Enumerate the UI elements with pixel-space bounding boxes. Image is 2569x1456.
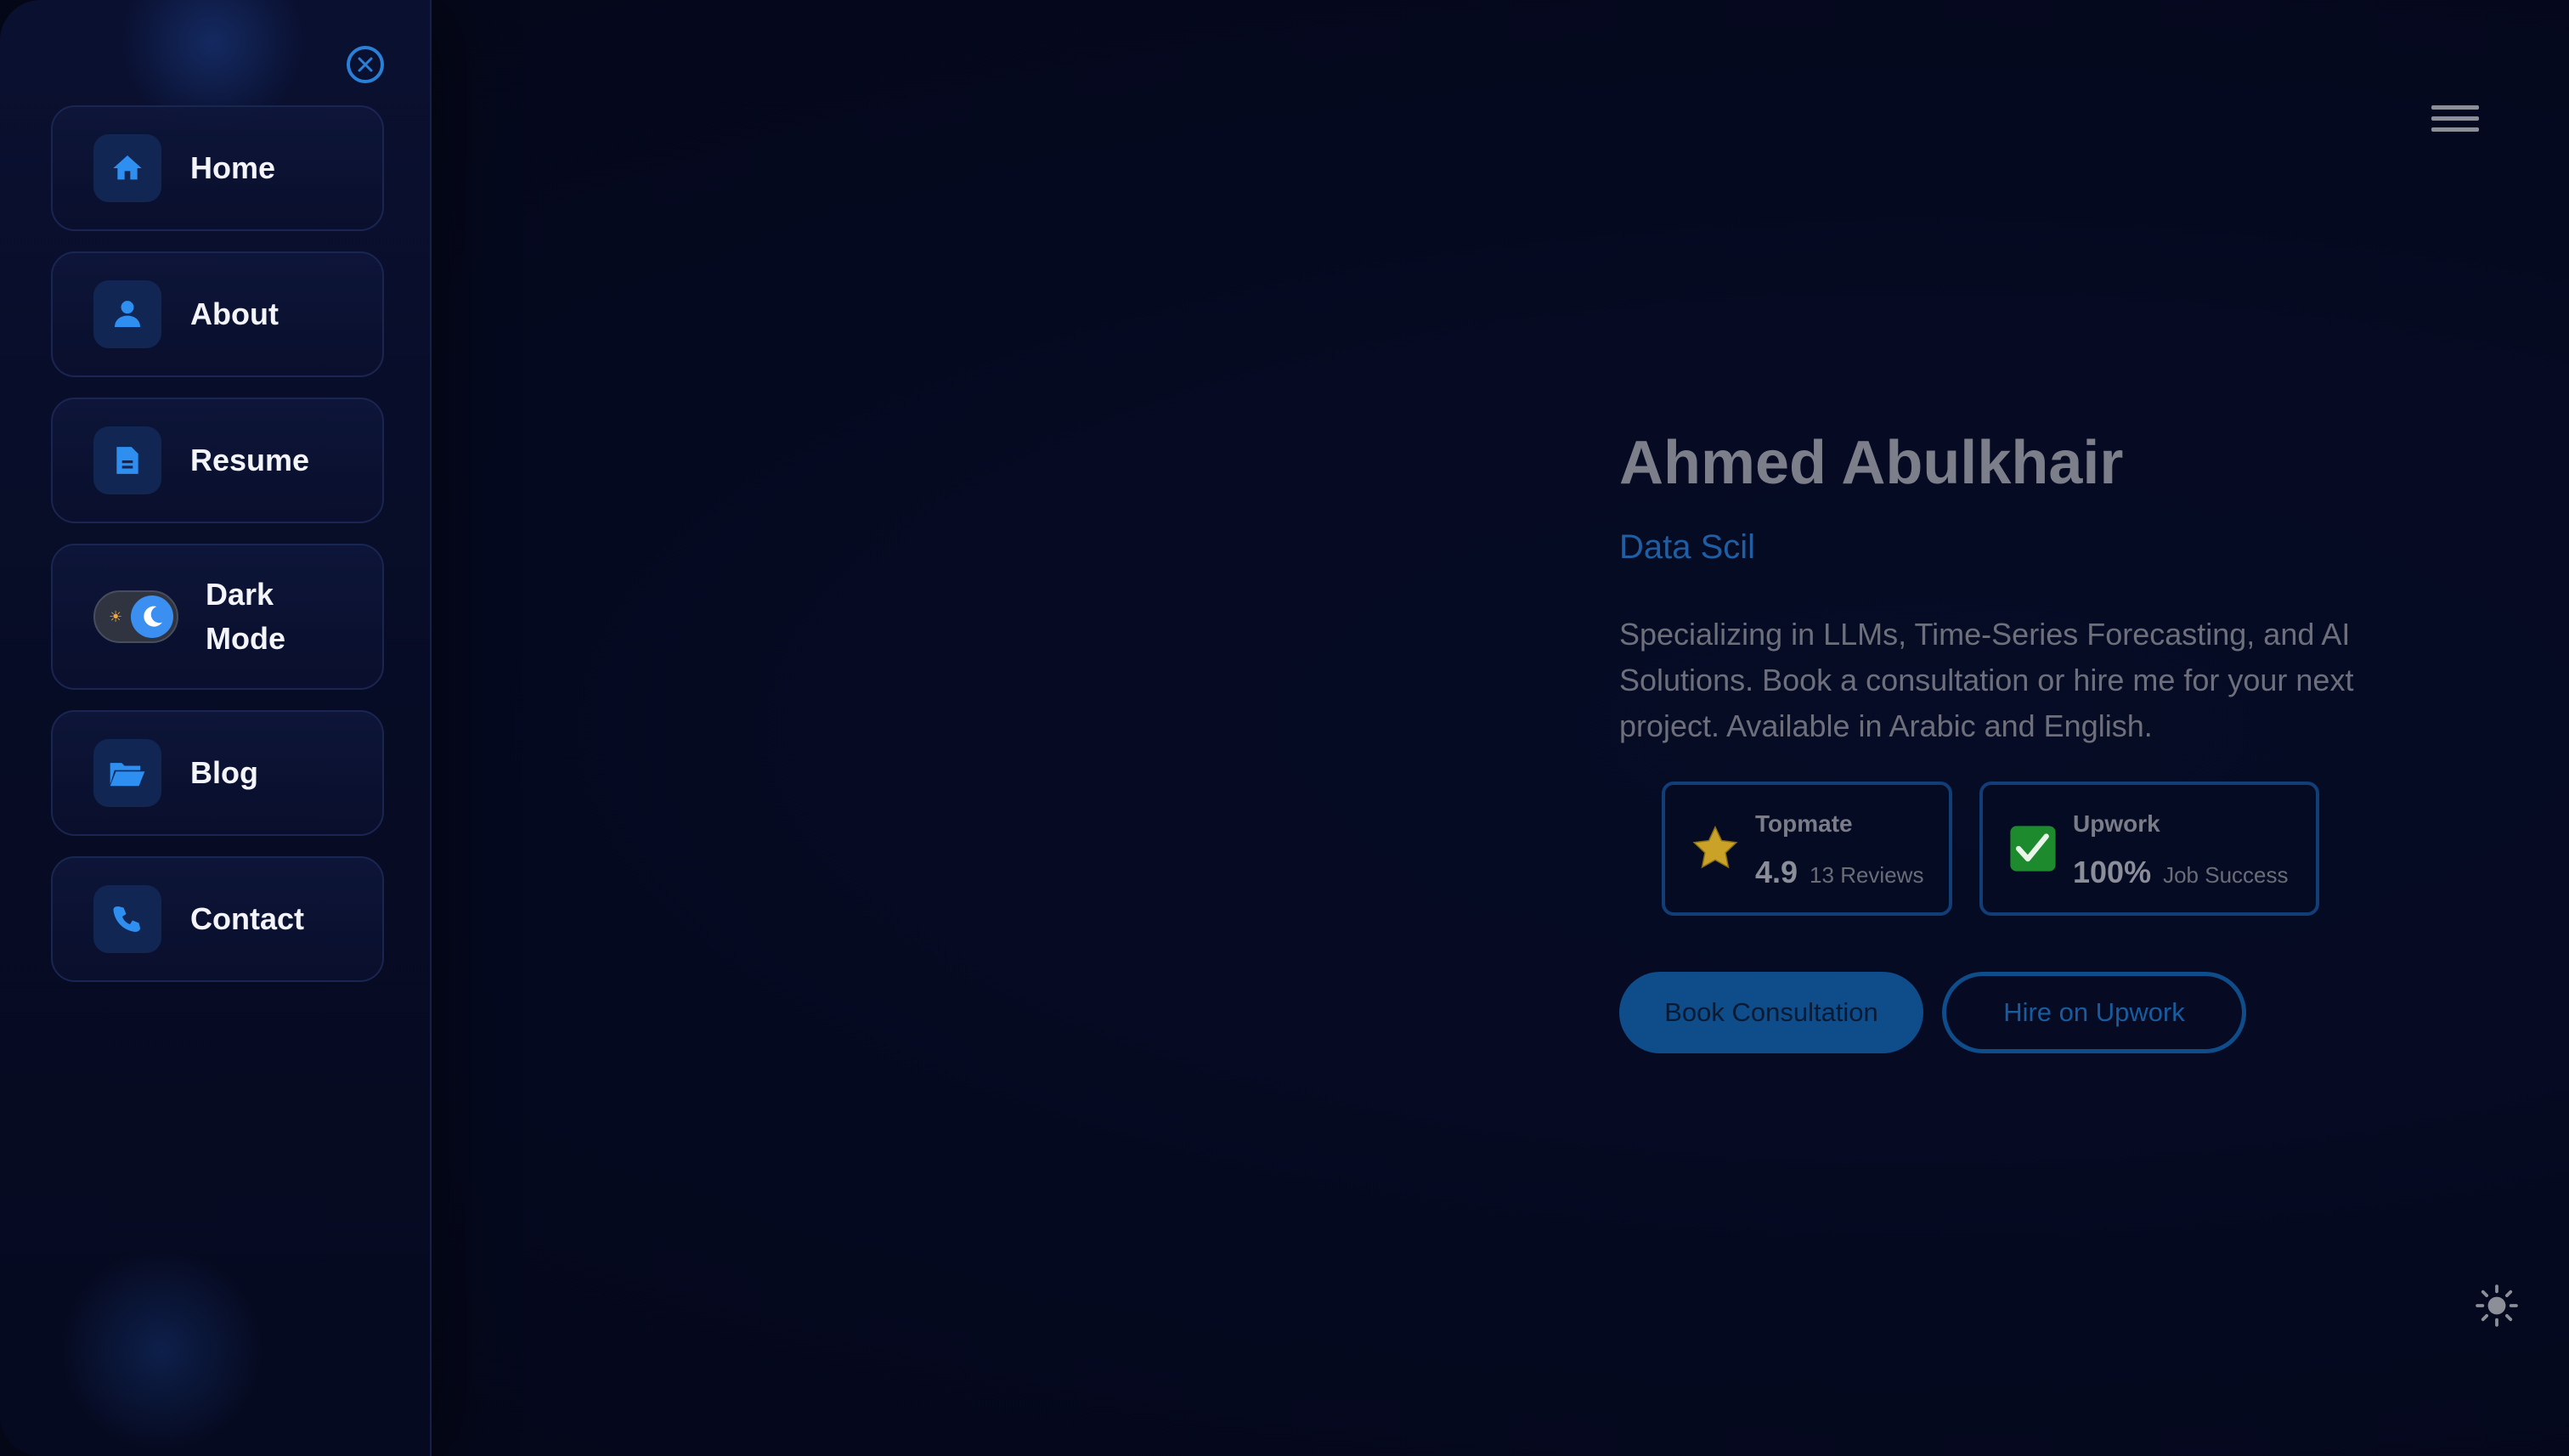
sidebar-item-label: Contact <box>190 901 304 936</box>
sidebar-item-about[interactable]: About <box>51 251 384 377</box>
sidebar-item-label: Dark Mode <box>206 577 285 656</box>
menu-line <box>2431 105 2479 110</box>
user-icon <box>93 280 161 348</box>
sidebar-item-resume[interactable]: Resume <box>51 398 384 523</box>
hero-description: Specializing in LLMs, Time-Series Foreca… <box>1619 617 2354 743</box>
close-icon <box>358 57 373 72</box>
stat-value: 4.9 <box>1755 855 1798 889</box>
stat-value-row: 4.9 13 Reviews <box>1755 855 1923 890</box>
stat-subtext: 13 Reviews <box>1810 862 1924 888</box>
menu-line <box>2431 116 2479 121</box>
stat-title: Upwork <box>2073 810 2160 837</box>
sidebar-item-contact[interactable]: Contact <box>51 856 384 982</box>
decorative-glow <box>59 1249 263 1453</box>
folder-open-icon <box>93 739 161 807</box>
sidebar: Home About Resume ☀ Dark Mode Blog Conta… <box>0 0 432 1456</box>
sidebar-item-label: Resume <box>190 443 310 477</box>
book-consultation-button[interactable]: Book Consultation <box>1619 972 1923 1053</box>
home-icon <box>93 134 161 202</box>
stat-subtext: Job Success <box>2163 862 2289 888</box>
sidebar-item-label: Home <box>190 150 276 185</box>
sidebar-item-home[interactable]: Home <box>51 105 384 231</box>
sidebar-nav: Home About Resume ☀ Dark Mode Blog Conta… <box>51 105 384 1002</box>
page: Home About Resume ☀ Dark Mode Blog Conta… <box>0 0 2569 1456</box>
stat-value: 100% <box>2073 855 2152 889</box>
topmate-stat-card: Topmate 4.9 13 Reviews <box>1662 782 1952 916</box>
sidebar-item-label: Blog <box>190 755 258 790</box>
toggle-knob <box>131 595 173 638</box>
hero-role: Data Scil <box>1619 528 1756 566</box>
hero-section: Ahmed Abulkhair Data Scil Specializing i… <box>1619 425 2384 780</box>
hamburger-menu-icon[interactable] <box>2431 105 2479 139</box>
dark-mode-toggle[interactable]: ☀ <box>93 590 178 643</box>
phone-icon <box>93 885 161 953</box>
close-sidebar-button[interactable] <box>347 46 384 83</box>
sidebar-item-blog[interactable]: Blog <box>51 710 384 836</box>
document-icon <box>93 426 161 494</box>
sidebar-item-dark-mode[interactable]: ☀ Dark Mode <box>51 544 384 690</box>
star-icon <box>1692 825 1738 869</box>
menu-line <box>2431 127 2479 132</box>
sidebar-item-label: About <box>190 296 279 331</box>
stat-title: Topmate <box>1755 810 1853 837</box>
stat-value-row: 100% Job Success <box>2073 855 2288 890</box>
hero-name: Ahmed Abulkhair <box>1619 429 2124 497</box>
hire-on-upwork-button[interactable]: Hire on Upwork <box>1942 972 2246 1053</box>
sun-icon[interactable] <box>2476 1284 2518 1327</box>
moon-icon <box>144 606 162 627</box>
check-box-icon <box>2010 826 2056 872</box>
sun-icon: ☀ <box>109 608 123 625</box>
upwork-stat-card: Upwork 100% Job Success <box>1979 782 2319 916</box>
